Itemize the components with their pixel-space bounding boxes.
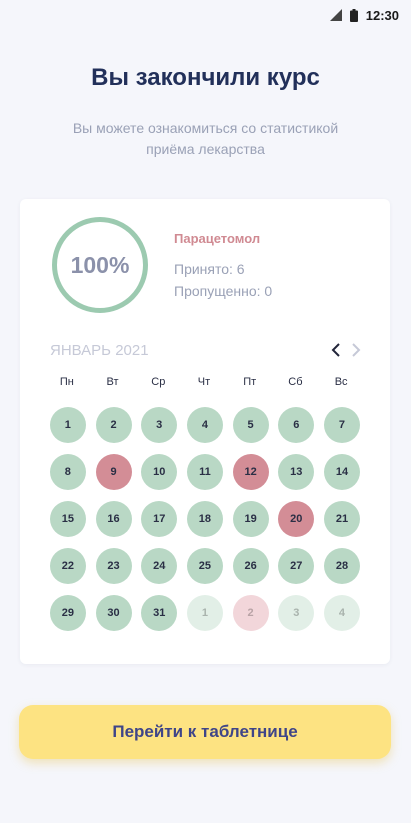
calendar-day[interactable]: 1 [186, 595, 223, 631]
calendar-month: ЯНВАРЬ 2021 [50, 342, 149, 359]
calendar-day[interactable]: 8 [49, 454, 86, 490]
signal-icon [329, 9, 342, 21]
calendar-day[interactable]: 26 [232, 548, 269, 584]
calendar-day[interactable]: 31 [141, 595, 178, 631]
subtitle-line-1: Вы можете ознакомиться со статистикой [72, 120, 339, 136]
weekday-label: Пн [59, 376, 74, 388]
calendar-day[interactable]: 11 [186, 454, 223, 490]
status-time: 12:30 [365, 7, 399, 23]
calendar-day[interactable]: 7 [323, 407, 360, 443]
chevron-right-icon[interactable] [350, 342, 362, 363]
calendar-day[interactable]: 29 [49, 595, 86, 631]
subtitle-line-2: приёма лекарства [146, 141, 265, 157]
calendar-day[interactable]: 19 [232, 501, 269, 537]
calendar-day[interactable]: 10 [141, 454, 178, 490]
calendar-day[interactable]: 18 [186, 501, 223, 537]
stats-card: 100% Парацетомол Принято: 6 Пропущенно: … [20, 199, 390, 664]
calendar-day[interactable]: 28 [323, 548, 360, 584]
calendar-day[interactable]: 20 [278, 501, 315, 537]
calendar-day[interactable]: 15 [49, 501, 86, 537]
calendar-day[interactable]: 14 [323, 454, 360, 490]
weekday-label: Пт [243, 376, 257, 388]
calendar-day[interactable]: 27 [278, 548, 315, 584]
calendar-grid: 1 2 3 4 5 6 7 8 9 10 11 12 13 14 15 16 17 18 19 20 21 22 23 24 2… [45, 407, 366, 631]
calendar-day[interactable]: 2 [232, 595, 269, 631]
calendar-day[interactable]: 30 [95, 595, 132, 631]
calendar-day[interactable]: 5 [232, 407, 269, 443]
weekday-label: Ср [151, 376, 166, 388]
weekday-label: Чт [197, 376, 211, 388]
calendar-day[interactable]: 25 [186, 548, 223, 584]
calendar-day[interactable]: 12 [232, 454, 269, 490]
page-subtitle: Вы можете ознакомиться со статистикой пр… [40, 118, 371, 160]
calendar-day[interactable]: 16 [95, 501, 132, 537]
taken-count: Принято: 6 [174, 261, 245, 277]
weekday-label: Сб [288, 376, 303, 388]
calendar-day[interactable]: 3 [278, 595, 315, 631]
calendar-day[interactable]: 1 [49, 407, 86, 443]
calendar-day[interactable]: 22 [49, 548, 86, 584]
chevron-left-icon[interactable] [330, 342, 342, 363]
calendar-day[interactable]: 23 [95, 548, 132, 584]
calendar-day[interactable]: 9 [95, 454, 132, 490]
page-title: Вы закончили курс [91, 64, 320, 91]
battery-icon [349, 8, 358, 22]
calendar-day[interactable]: 4 [186, 407, 223, 443]
progress-ring: 100% [52, 217, 148, 313]
calendar-day[interactable]: 24 [141, 548, 178, 584]
go-to-pillbox-button[interactable]: Перейти к таблетнице [19, 705, 391, 759]
calendar-day[interactable]: 3 [141, 407, 178, 443]
calendar-day[interactable]: 21 [323, 501, 360, 537]
calendar-day[interactable]: 2 [95, 407, 132, 443]
calendar-day[interactable]: 13 [278, 454, 315, 490]
weekday-label: Вс [334, 376, 348, 388]
calendar-day[interactable]: 17 [141, 501, 178, 537]
calendar-day[interactable]: 6 [278, 407, 315, 443]
weekday-header: Пн Вт Ср Чт Пт Сб Вс [44, 376, 364, 388]
progress-value: 100% [70, 251, 130, 278]
calendar-day[interactable]: 4 [323, 595, 360, 631]
missed-count: Пропущенно: 0 [174, 283, 273, 299]
drug-name: Парацетомол [174, 231, 261, 246]
weekday-label: Вт [106, 376, 119, 388]
status-bar: 12:30 [0, 0, 411, 30]
